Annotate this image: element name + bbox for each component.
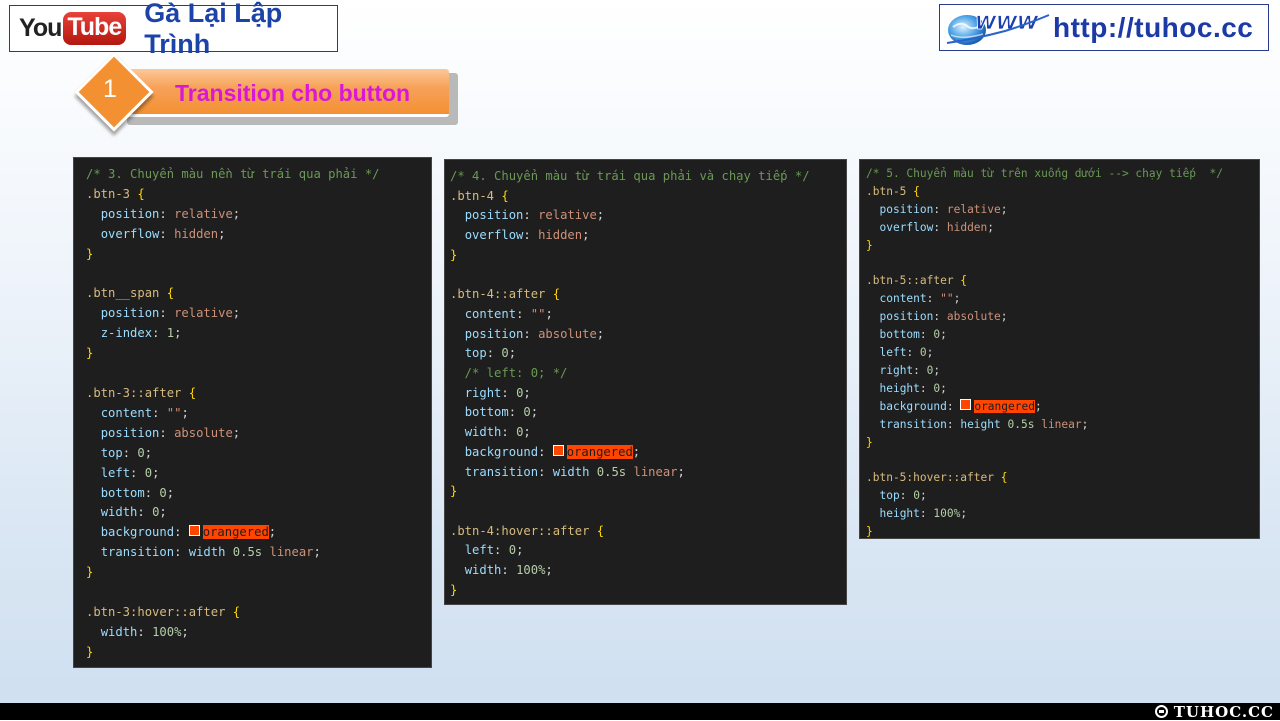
code-line: } xyxy=(866,435,873,449)
code-line: bottom: 0; xyxy=(879,328,947,342)
color-swatch-icon xyxy=(188,525,200,537)
code-line: background: orangered; xyxy=(879,398,1042,413)
code-line: content: ""; xyxy=(100,405,189,420)
code-line: right: 0; xyxy=(879,363,941,377)
code-line: /* 4. Chuyển màu từ trái qua phải và chạ… xyxy=(450,169,810,183)
code-line: background: orangered; xyxy=(100,525,277,540)
code-line: transition: height 0.5s linear; xyxy=(879,417,1089,431)
code-line: } xyxy=(866,525,873,539)
code-line: position: relative; xyxy=(100,306,241,321)
code-line: .btn__span { xyxy=(86,286,175,301)
watermark-text: TUHOC.CC xyxy=(1173,702,1274,721)
code-line: top: 0; xyxy=(464,346,517,361)
code-line: left: 0; xyxy=(100,465,160,480)
code-line: width: 0; xyxy=(464,425,531,440)
code-line: } xyxy=(450,582,458,597)
code-line: .btn-5 { xyxy=(866,184,920,198)
code-line: width: 0; xyxy=(100,505,167,520)
code-line: position: relative; xyxy=(464,208,605,223)
code-line: content: ""; xyxy=(464,306,553,321)
code-line: bottom: 0; xyxy=(100,485,175,500)
watermark: TUHOC.CC xyxy=(1154,702,1274,721)
channel-brand: You Tube Gà Lại Lập Trình xyxy=(9,0,338,59)
youtube-logo: You Tube xyxy=(19,12,127,45)
code-line: position: relative; xyxy=(100,206,241,221)
code-line: } xyxy=(86,246,94,261)
code-line: .btn-3 { xyxy=(86,186,145,201)
code-line: bottom: 0; xyxy=(464,405,539,420)
code-line: .btn-4:hover::after { xyxy=(450,523,605,538)
code-line: .btn-4::after { xyxy=(450,287,561,302)
code-panel-btn-3: /* 3. Chuyển màu nền từ trái qua phải */… xyxy=(73,157,432,668)
code-line: } xyxy=(86,565,94,580)
code-line: .btn-4 { xyxy=(450,188,509,203)
youtube-logo-you: You xyxy=(19,14,62,42)
globe-www-icon: WWW xyxy=(945,9,1051,47)
code-line: z-index: 1; xyxy=(100,326,182,341)
code-line: } xyxy=(86,346,94,361)
site-url: http://tuhoc.cc xyxy=(1053,11,1254,43)
code-line: transition: width 0.5s linear; xyxy=(464,464,685,479)
code-line: position: relative; xyxy=(879,202,1008,216)
code-line: content: ""; xyxy=(879,292,961,306)
code-line: } xyxy=(450,247,458,262)
code-line: /* left: 0; */ xyxy=(450,366,568,381)
section-number: 1 xyxy=(103,75,117,103)
site-banner: WWW http://tuhoc.cc xyxy=(939,4,1269,51)
code-line: top: 0; xyxy=(100,445,153,460)
watermark-logo-icon xyxy=(1154,705,1168,718)
section-title: Transition cho button xyxy=(175,80,411,106)
code-line: } xyxy=(450,484,458,499)
youtube-logo-tube: Tube xyxy=(63,12,127,45)
code-line: /* 3. Chuyển màu nền từ trái qua phải */ xyxy=(86,167,380,181)
code-line: height: 0; xyxy=(879,381,947,395)
code-line: .btn-3::after { xyxy=(86,385,197,400)
channel-name: Gà Lại Lập Trình xyxy=(144,0,283,59)
code-line: overflow: hidden; xyxy=(879,220,995,234)
code-line: /* 5. Chuyển màu từ trên xuống dưới --> … xyxy=(866,167,1223,180)
code-line: transition: width 0.5s linear; xyxy=(100,545,321,560)
code-line: width: 100%; xyxy=(464,563,553,578)
section-heading: 1 Transition cho button xyxy=(74,52,465,132)
code-line: position: absolute; xyxy=(879,310,1008,324)
code-line: } xyxy=(86,644,94,659)
code-line: overflow: hidden; xyxy=(464,228,590,243)
code-line: height: 100%; xyxy=(879,507,968,521)
code-line: width: 100%; xyxy=(100,624,189,639)
code-line: .btn-3:hover::after { xyxy=(86,604,241,619)
code-line: overflow: hidden; xyxy=(100,226,226,241)
code-line: .btn-5::after { xyxy=(866,274,968,288)
code-line: left: 0; xyxy=(464,543,524,558)
code-line: .btn-5:hover::after { xyxy=(866,471,1008,485)
code-line: right: 0; xyxy=(464,385,531,400)
code-line: left: 0; xyxy=(879,346,934,360)
code-line: } xyxy=(866,238,873,252)
color-swatch-icon xyxy=(960,398,972,410)
bottom-bar: TUHOC.CC xyxy=(0,702,1280,721)
code-line: position: absolute; xyxy=(464,326,605,341)
color-swatch-icon xyxy=(552,444,564,456)
code-panel-btn-5: /* 5. Chuyển màu từ trên xuống dưới --> … xyxy=(859,159,1260,539)
code-line: top: 0; xyxy=(879,489,927,503)
code-line: position: absolute; xyxy=(100,425,241,440)
code-panel-btn-4: /* 4. Chuyển màu từ trái qua phải và chạ… xyxy=(444,159,847,605)
code-line: background: orangered; xyxy=(464,444,641,459)
